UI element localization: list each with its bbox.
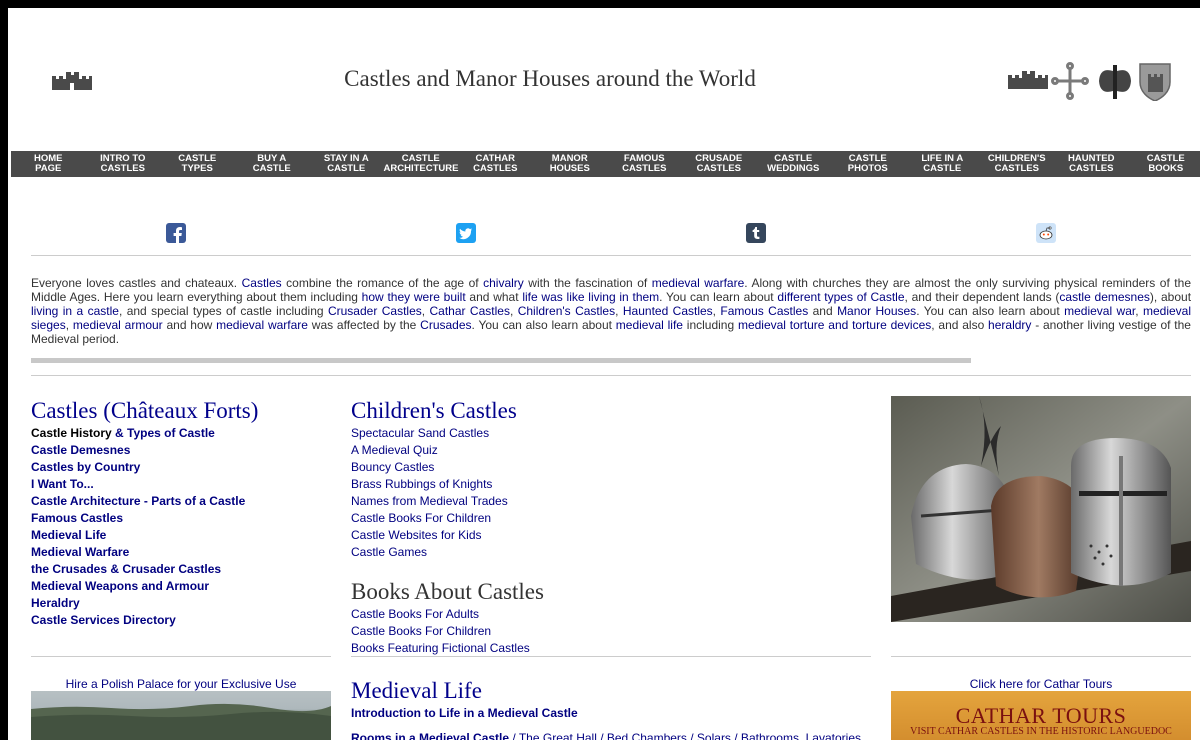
- childrens-section: Children's Castles Spectacular Sand Cast…: [351, 398, 871, 561]
- polish-palace-caption[interactable]: Hire a Polish Palace for your Exclusive …: [31, 677, 331, 691]
- reddit-icon[interactable]: [1036, 223, 1056, 243]
- childrens-list-item[interactable]: Castle Websites for Kids: [351, 527, 871, 544]
- nav-cathar-castles[interactable]: Cathar Castles: [458, 151, 533, 177]
- nav-castle-architecture[interactable]: Castle Architecture: [384, 151, 459, 177]
- books-list-item[interactable]: Castle Books For Children: [351, 623, 871, 640]
- occitan-cross-icon: [1051, 62, 1089, 100]
- nav-childrens-castles[interactable]: Children's Castles: [980, 151, 1055, 177]
- castles-list-item[interactable]: I Want To...: [31, 476, 331, 493]
- books-section: Books About Castles Castle Books For Adu…: [351, 579, 871, 657]
- castles-heading: Castles (Châteaux Forts): [31, 398, 259, 423]
- childrens-list-item[interactable]: Brass Rubbings of Knights: [351, 476, 871, 493]
- cathar-tours-caption[interactable]: Click here for Cathar Tours: [891, 677, 1191, 691]
- childrens-list-item[interactable]: Bouncy Castles: [351, 459, 871, 476]
- castle-history-link[interactable]: Castle History & Types of Castle: [31, 425, 331, 442]
- intro-link[interactable]: Famous Castles: [720, 304, 808, 318]
- intro-link[interactable]: Crusades: [420, 318, 471, 332]
- divider: [891, 656, 1191, 657]
- childrens-heading: Children's Castles: [351, 398, 517, 423]
- intro-paragraph: Everyone loves castles and chateaux. Cas…: [31, 276, 1192, 346]
- intro-link[interactable]: living in a castle: [31, 304, 119, 318]
- childrens-list-item[interactable]: Names from Medieval Trades: [351, 493, 871, 510]
- intro-link[interactable]: medieval warfare: [216, 318, 308, 332]
- main-nav: Home Page Intro to Castles Castle Types Buy…: [11, 151, 1200, 177]
- castles-list-item[interactable]: Castle Demesnes: [31, 442, 331, 459]
- nav-home-page[interactable]: Home Page: [11, 151, 86, 177]
- castle-silhouette-icon: [1008, 71, 1048, 89]
- intro-link[interactable]: medieval life: [616, 318, 683, 332]
- intro-link[interactable]: medieval war: [1064, 304, 1135, 318]
- intro-link[interactable]: Manor Houses: [837, 304, 916, 318]
- intro-link[interactable]: Castles: [242, 276, 282, 290]
- nav-castle-books[interactable]: Castle Books: [1129, 151, 1200, 177]
- intro-link[interactable]: medieval warfare: [652, 276, 745, 290]
- intro-link[interactable]: heraldry: [988, 318, 1031, 332]
- childrens-list-item[interactable]: Castle Books For Children: [351, 510, 871, 527]
- nav-intro-to-castles[interactable]: Intro to Castles: [86, 151, 161, 177]
- castles-list-item[interactable]: the Crusades & Crusader Castles: [31, 561, 331, 578]
- horizontal-scrollbar[interactable]: [31, 358, 971, 363]
- castles-list-item[interactable]: Medieval Life: [31, 527, 331, 544]
- nav-manor-houses[interactable]: Manor Houses: [533, 151, 608, 177]
- medieval-life-section: Medieval Life Introduction to Life in a …: [351, 678, 871, 740]
- divider: [31, 255, 1191, 256]
- childrens-list-item[interactable]: A Medieval Quiz: [351, 442, 871, 459]
- nav-crusade-castles[interactable]: Crusade Castles: [682, 151, 757, 177]
- books-heading: Books About Castles: [351, 579, 544, 604]
- nav-castle-photos[interactable]: Castle Photos: [831, 151, 906, 177]
- nav-haunted-castles[interactable]: Haunted Castles: [1054, 151, 1129, 177]
- castles-section: Castles (Châteaux Forts) Castle History …: [31, 398, 331, 629]
- castles-list-item[interactable]: Famous Castles: [31, 510, 331, 527]
- facebook-icon[interactable]: [166, 223, 186, 243]
- childrens-list-item[interactable]: Spectacular Sand Castles: [351, 425, 871, 442]
- medieval-life-heading: Medieval Life: [351, 678, 482, 703]
- nav-buy-a-castle[interactable]: Buy a Castle: [235, 151, 310, 177]
- intro-link[interactable]: Cathar Castles: [430, 304, 510, 318]
- nav-castle-weddings[interactable]: Castle Weddings: [756, 151, 831, 177]
- intro-link[interactable]: castle demesnes: [1059, 290, 1149, 304]
- intro-link[interactable]: medieval torture and torture devices: [738, 318, 931, 332]
- helmets-photo: [891, 396, 1191, 622]
- cathar-tours-subtitle: Visit Cathar Castles in the Historic Lan…: [910, 726, 1172, 737]
- childrens-list-item[interactable]: Castle Games: [351, 544, 871, 561]
- intro-link[interactable]: medieval armour: [73, 318, 163, 332]
- nav-stay-in-a-castle[interactable]: Stay in a Castle: [309, 151, 384, 177]
- nav-life-in-a-castle[interactable]: Life in a Castle: [905, 151, 980, 177]
- page: Castles and Manor Houses around the Worl…: [8, 8, 1200, 740]
- intro-link[interactable]: different types of Castle: [777, 290, 904, 304]
- castles-list-item[interactable]: Castles by Country: [31, 459, 331, 476]
- intro-link[interactable]: Crusader Castles: [328, 304, 422, 318]
- tumblr-icon[interactable]: [746, 223, 766, 243]
- castles-list-item[interactable]: Castle Architecture - Parts of a Castle: [31, 493, 331, 510]
- castles-list-item[interactable]: Castle Services Directory: [31, 612, 331, 629]
- books-list-item[interactable]: Books Featuring Fictional Castles: [351, 640, 871, 657]
- books-list-item[interactable]: Castle Books For Adults: [351, 606, 871, 623]
- intro-link[interactable]: Haunted Castles: [623, 304, 713, 318]
- castle-shield-icon: [1139, 63, 1171, 102]
- intro-life-link[interactable]: Introduction to Life in a Medieval Castl…: [351, 705, 871, 722]
- battle-axe-icon: [1099, 65, 1131, 99]
- castles-list-item[interactable]: Heraldry: [31, 595, 331, 612]
- twitter-icon[interactable]: [456, 223, 476, 243]
- site-title: Castles and Manor Houses around the Worl…: [344, 66, 756, 91]
- cathar-tours-banner[interactable]: Cathar Tours Visit Cathar Castles in the…: [891, 691, 1191, 740]
- intro-link[interactable]: chivalry: [483, 276, 524, 290]
- intro-link[interactable]: life was like living in them: [522, 290, 659, 304]
- intro-link[interactable]: Children's Castles: [518, 304, 615, 318]
- divider: [31, 375, 1191, 376]
- intro-link[interactable]: how they were built: [362, 290, 466, 304]
- rooms-links[interactable]: Rooms in a Medieval Castle / The Great H…: [351, 730, 871, 740]
- castles-list-item[interactable]: Medieval Weapons and Armour: [31, 578, 331, 595]
- divider: [31, 656, 331, 657]
- nav-castle-types[interactable]: Castle Types: [160, 151, 235, 177]
- nav-famous-castles[interactable]: Famous Castles: [607, 151, 682, 177]
- castles-list-item[interactable]: Medieval Warfare: [31, 544, 331, 561]
- polish-palace-photo[interactable]: [31, 691, 331, 740]
- header-icons: [1008, 61, 1174, 102]
- divider: [351, 656, 871, 657]
